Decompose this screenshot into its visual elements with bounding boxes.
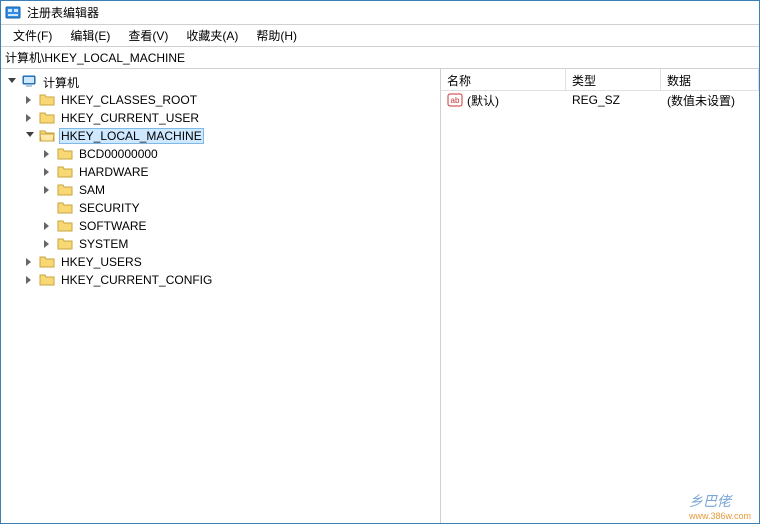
values-list-pane[interactable]: 名称 类型 数据 ab (默认) REG_SZ (数值未设置) [441, 69, 759, 523]
expander-empty [41, 201, 55, 215]
tree-hive-hku[interactable]: HKEY_USERS [1, 253, 440, 271]
column-data[interactable]: 数据 [661, 69, 759, 90]
menu-edit[interactable]: 编辑(E) [62, 25, 118, 46]
tree-hive-hkcr[interactable]: HKEY_CLASSES_ROOT [1, 91, 440, 109]
value-row-default[interactable]: ab (默认) REG_SZ (数值未设置) [441, 91, 759, 109]
folder-icon [57, 164, 73, 180]
computer-icon [21, 74, 37, 90]
folder-icon [57, 200, 73, 216]
tree-label: SAM [77, 182, 107, 198]
tree-label: HKEY_CLASSES_ROOT [59, 92, 199, 108]
tree-root-computer[interactable]: 计算机 [1, 73, 440, 91]
menu-help[interactable]: 帮助(H) [248, 25, 305, 46]
tree-label: HARDWARE [77, 164, 151, 180]
tree-label: HKEY_CURRENT_CONFIG [59, 272, 214, 288]
chevron-right-icon[interactable] [23, 273, 37, 287]
tree-label: SYSTEM [77, 236, 130, 252]
folder-icon [39, 272, 55, 288]
tree-key-sam[interactable]: SAM [1, 181, 440, 199]
regedit-icon [5, 5, 21, 21]
tree-label: 计算机 [41, 73, 81, 92]
tree-label: HKEY_USERS [59, 254, 144, 270]
folder-icon [39, 92, 55, 108]
folder-icon [57, 146, 73, 162]
tree-key-software[interactable]: SOFTWARE [1, 217, 440, 235]
chevron-right-icon[interactable] [41, 219, 55, 233]
value-type: REG_SZ [566, 93, 661, 107]
list-header: 名称 类型 数据 [441, 69, 759, 91]
title-bar: 注册表编辑器 [1, 1, 759, 25]
menu-favorites[interactable]: 收藏夹(A) [178, 25, 246, 46]
tree-label: HKEY_LOCAL_MACHINE [59, 128, 204, 144]
chevron-right-icon[interactable] [41, 237, 55, 251]
tree-key-system[interactable]: SYSTEM [1, 235, 440, 253]
column-type[interactable]: 类型 [566, 69, 661, 90]
tree-label: HKEY_CURRENT_USER [59, 110, 201, 126]
tree-label: SECURITY [77, 200, 142, 216]
value-name: (默认) [467, 92, 499, 109]
content-split: 计算机 HKEY_CLASSES_ROOT [1, 69, 759, 523]
svg-text:ab: ab [451, 96, 460, 105]
string-value-icon: ab [447, 92, 463, 108]
column-name[interactable]: 名称 [441, 69, 566, 90]
menu-view[interactable]: 查看(V) [120, 25, 176, 46]
tree-key-security[interactable]: SECURITY [1, 199, 440, 217]
tree-hive-hkcu[interactable]: HKEY_CURRENT_USER [1, 109, 440, 127]
chevron-right-icon[interactable] [23, 255, 37, 269]
address-bar [1, 47, 759, 69]
chevron-right-icon[interactable] [23, 111, 37, 125]
tree-label: SOFTWARE [77, 218, 149, 234]
registry-editor-window: 注册表编辑器 文件(F) 编辑(E) 查看(V) 收藏夹(A) 帮助(H) [0, 0, 760, 524]
tree-hive-hklm[interactable]: HKEY_LOCAL_MACHINE [1, 127, 440, 145]
chevron-down-icon[interactable] [5, 75, 19, 89]
folder-icon [39, 254, 55, 270]
chevron-right-icon[interactable] [41, 147, 55, 161]
menu-file[interactable]: 文件(F) [5, 25, 60, 46]
folder-icon [39, 110, 55, 126]
menu-bar: 文件(F) 编辑(E) 查看(V) 收藏夹(A) 帮助(H) [1, 25, 759, 47]
address-input[interactable] [1, 48, 759, 68]
tree-label: BCD00000000 [77, 146, 160, 162]
tree-pane[interactable]: 计算机 HKEY_CLASSES_ROOT [1, 69, 441, 523]
folder-icon [57, 236, 73, 252]
tree-key-hardware[interactable]: HARDWARE [1, 163, 440, 181]
value-data: (数值未设置) [661, 92, 759, 109]
chevron-right-icon[interactable] [23, 93, 37, 107]
tree-hive-hkcc[interactable]: HKEY_CURRENT_CONFIG [1, 271, 440, 289]
chevron-right-icon[interactable] [41, 183, 55, 197]
tree-key-bcd[interactable]: BCD00000000 [1, 145, 440, 163]
chevron-down-icon[interactable] [23, 129, 37, 143]
folder-open-icon [39, 128, 55, 144]
title-text: 注册表编辑器 [27, 4, 99, 21]
chevron-right-icon[interactable] [41, 165, 55, 179]
folder-icon [57, 182, 73, 198]
folder-icon [57, 218, 73, 234]
